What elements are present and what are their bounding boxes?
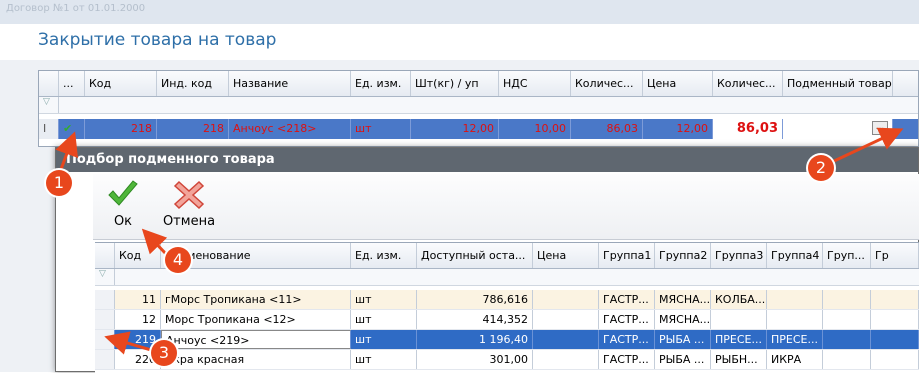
annotation-badge-1: 1 bbox=[46, 170, 72, 196]
annotation-badge-2: 2 bbox=[808, 155, 834, 181]
annotation-badge-4: 4 bbox=[165, 247, 191, 273]
annotation-badge-3: 3 bbox=[151, 340, 177, 366]
arrow-1 bbox=[55, 131, 78, 173]
annotation-arrows bbox=[55, 127, 904, 355]
arrow-4 bbox=[141, 228, 170, 258]
arrow-2 bbox=[831, 127, 904, 164]
